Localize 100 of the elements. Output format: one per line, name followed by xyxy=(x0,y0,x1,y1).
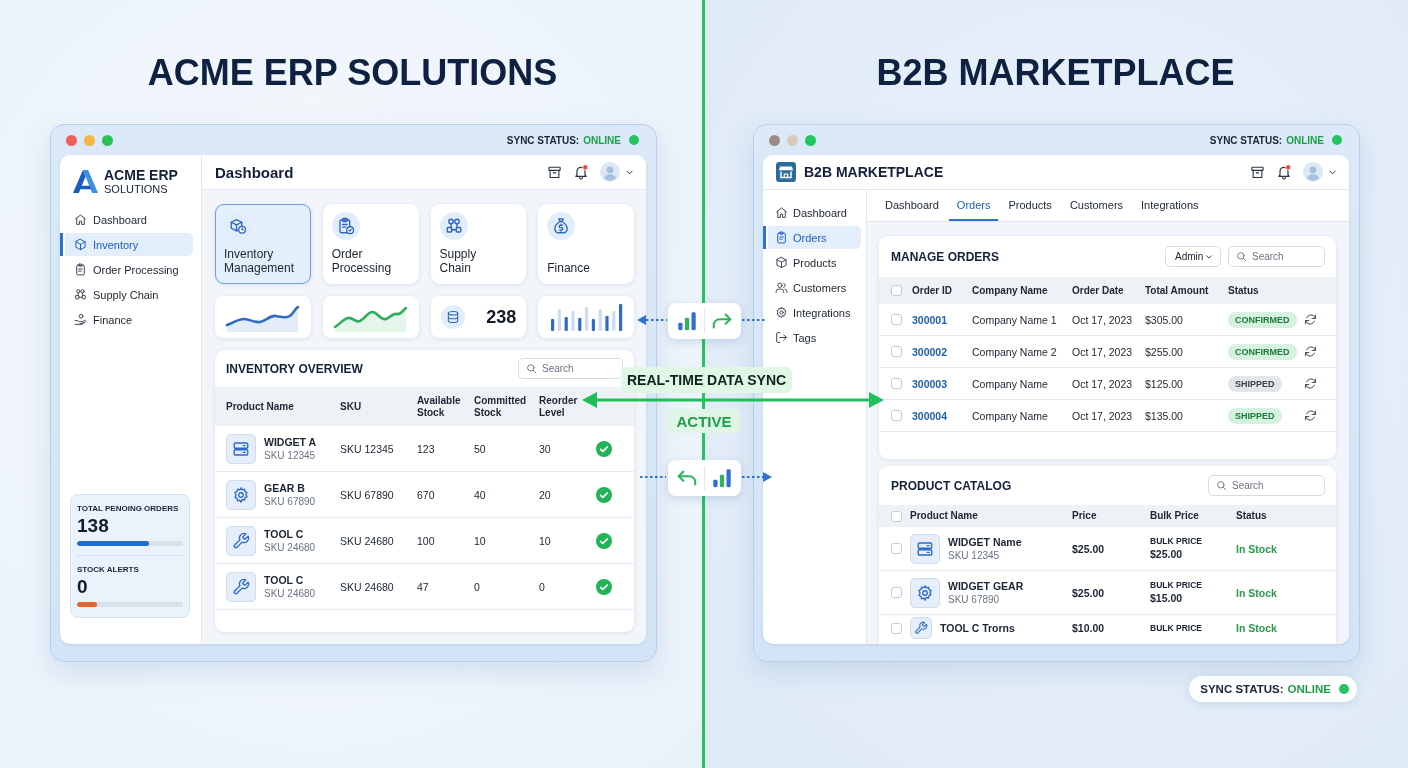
table-cell: 30 xyxy=(539,442,551,455)
search-field[interactable]: Search xyxy=(1228,246,1325,267)
table-cell: 0 xyxy=(474,580,480,593)
search-field[interactable]: Search xyxy=(518,358,623,379)
table-cell: $25.00 xyxy=(1072,542,1105,555)
wrench-icon xyxy=(910,617,932,639)
order-id-link[interactable]: 300004 xyxy=(912,409,948,422)
column-header: Order ID xyxy=(912,284,952,297)
checkbox[interactable] xyxy=(891,510,902,522)
module-card[interactable]: Finance xyxy=(538,204,634,284)
search-input[interactable]: Search xyxy=(542,363,615,374)
table-cell: $255.00 xyxy=(1145,345,1183,358)
bell-icon[interactable] xyxy=(573,164,589,180)
window-control-dot[interactable] xyxy=(102,134,113,146)
column-header: Reorder Level xyxy=(539,394,579,419)
module-card[interactable]: Order Processing xyxy=(322,204,419,284)
table-cell: $10.00 xyxy=(1072,622,1105,634)
order-id-link[interactable]: 300003 xyxy=(912,377,948,390)
sidebar-item[interactable]: Tags xyxy=(763,326,861,349)
bell-icon[interactable] xyxy=(1276,164,1292,180)
hand-coin-icon xyxy=(74,313,87,326)
tab[interactable]: Orders xyxy=(948,190,999,221)
checkbox[interactable] xyxy=(891,410,902,421)
sidebar-item[interactable]: Finance xyxy=(60,308,193,331)
sidebar-item[interactable]: Orders xyxy=(763,226,861,249)
sidebar-item[interactable]: Inventory xyxy=(60,233,193,256)
chart-bar xyxy=(598,309,603,331)
chart-bar xyxy=(571,311,575,331)
window-control-dot[interactable] xyxy=(84,134,95,146)
module-card[interactable]: Supply Chain xyxy=(430,204,527,284)
column-header: Company Name xyxy=(972,284,1048,297)
window-control-dot[interactable] xyxy=(805,134,816,146)
refresh-icon[interactable] xyxy=(1304,313,1317,326)
refresh-icon[interactable] xyxy=(1304,377,1317,390)
checkbox[interactable] xyxy=(891,543,902,554)
checkbox[interactable] xyxy=(891,587,902,598)
sidebar-item[interactable]: Order Processing xyxy=(60,258,193,281)
bulk-price-value: $15.00 xyxy=(1150,591,1183,605)
checkbox[interactable] xyxy=(891,378,902,389)
wrench-icon xyxy=(226,525,256,556)
product-sku: SKU 12345 xyxy=(948,548,1000,562)
users-icon xyxy=(775,281,788,294)
sync-status-label: SYNC STATUS: xyxy=(506,134,580,146)
sidebar-item[interactable]: Products xyxy=(763,251,861,274)
checkbox[interactable] xyxy=(891,285,902,296)
avatar-icon[interactable] xyxy=(600,162,620,182)
brand-subtitle: SOLUTIONS xyxy=(104,183,168,195)
dotted-line xyxy=(742,318,767,322)
bulk-price-label: BULK PRICE xyxy=(1150,536,1202,547)
checkbox[interactable] xyxy=(891,314,902,325)
refresh-icon[interactable] xyxy=(1304,409,1317,422)
sidebar-item[interactable]: Dashboard xyxy=(60,208,193,231)
table-cell: $135.00 xyxy=(1145,409,1183,422)
page-heading: ACME ERP SOLUTIONS xyxy=(147,51,558,95)
sidebar-item[interactable]: Supply Chain xyxy=(60,283,193,306)
role-dropdown[interactable]: Admin xyxy=(1165,246,1221,267)
window-control-dot[interactable] xyxy=(769,134,780,146)
window-control-dot[interactable] xyxy=(66,134,77,146)
column-header: Status xyxy=(1236,510,1267,522)
sidebar-item[interactable]: Integrations xyxy=(763,301,861,324)
storefront-icon xyxy=(776,162,796,182)
checkbox[interactable] xyxy=(891,346,902,357)
archive-icon[interactable] xyxy=(1250,164,1265,180)
tab[interactable]: Products xyxy=(1000,190,1060,221)
caret-icon xyxy=(1205,252,1213,261)
table-cell: 100 xyxy=(417,534,435,547)
table-cell: SKU 67890 xyxy=(340,488,394,501)
tab[interactable]: Dashboard xyxy=(877,190,947,221)
window-control-dot[interactable] xyxy=(787,134,798,146)
sync-status-label: SYNC STATUS: xyxy=(1200,683,1284,695)
tab[interactable]: Customers xyxy=(1061,190,1132,221)
table-cell: $125.00 xyxy=(1145,377,1183,390)
tab[interactable]: Integrations xyxy=(1133,190,1207,221)
column-header: Product Name xyxy=(226,400,294,413)
column-header: Committed Stock xyxy=(474,394,528,419)
avatar-icon[interactable] xyxy=(1303,162,1323,182)
gear-icon xyxy=(910,577,940,608)
checkbox[interactable] xyxy=(891,622,902,634)
table-cell: Company Name xyxy=(972,409,1048,422)
stat-value: 138 xyxy=(77,515,109,536)
sync-status-value: ONLINE xyxy=(1286,134,1324,146)
order-id-link[interactable]: 300001 xyxy=(912,313,948,326)
archive-icon[interactable] xyxy=(547,164,562,180)
search-input[interactable]: Search xyxy=(1232,480,1317,491)
table-cell: SKU 24680 xyxy=(340,580,394,593)
status-badge: CONFIRMED xyxy=(1228,311,1297,328)
network-icon xyxy=(74,288,87,301)
sidebar-item[interactable]: Customers xyxy=(763,276,861,299)
table-cell: Oct 17, 2023 xyxy=(1072,313,1133,326)
stat-label: STOCK ALERTS xyxy=(77,565,139,575)
table-cell: 10 xyxy=(474,534,486,547)
product-name: TOOL C Trorns xyxy=(940,621,1015,635)
module-card[interactable]: Inventory Management xyxy=(215,204,311,284)
sidebar-item[interactable]: Dashboard xyxy=(763,201,861,224)
order-id-link[interactable]: 300002 xyxy=(912,345,948,358)
search-input[interactable]: Search xyxy=(1252,251,1317,262)
refresh-icon[interactable] xyxy=(1304,345,1317,358)
table-cell: Oct 17, 2023 xyxy=(1072,377,1133,390)
table-cell: $305.00 xyxy=(1145,313,1183,326)
search-field[interactable]: Search xyxy=(1208,475,1325,496)
